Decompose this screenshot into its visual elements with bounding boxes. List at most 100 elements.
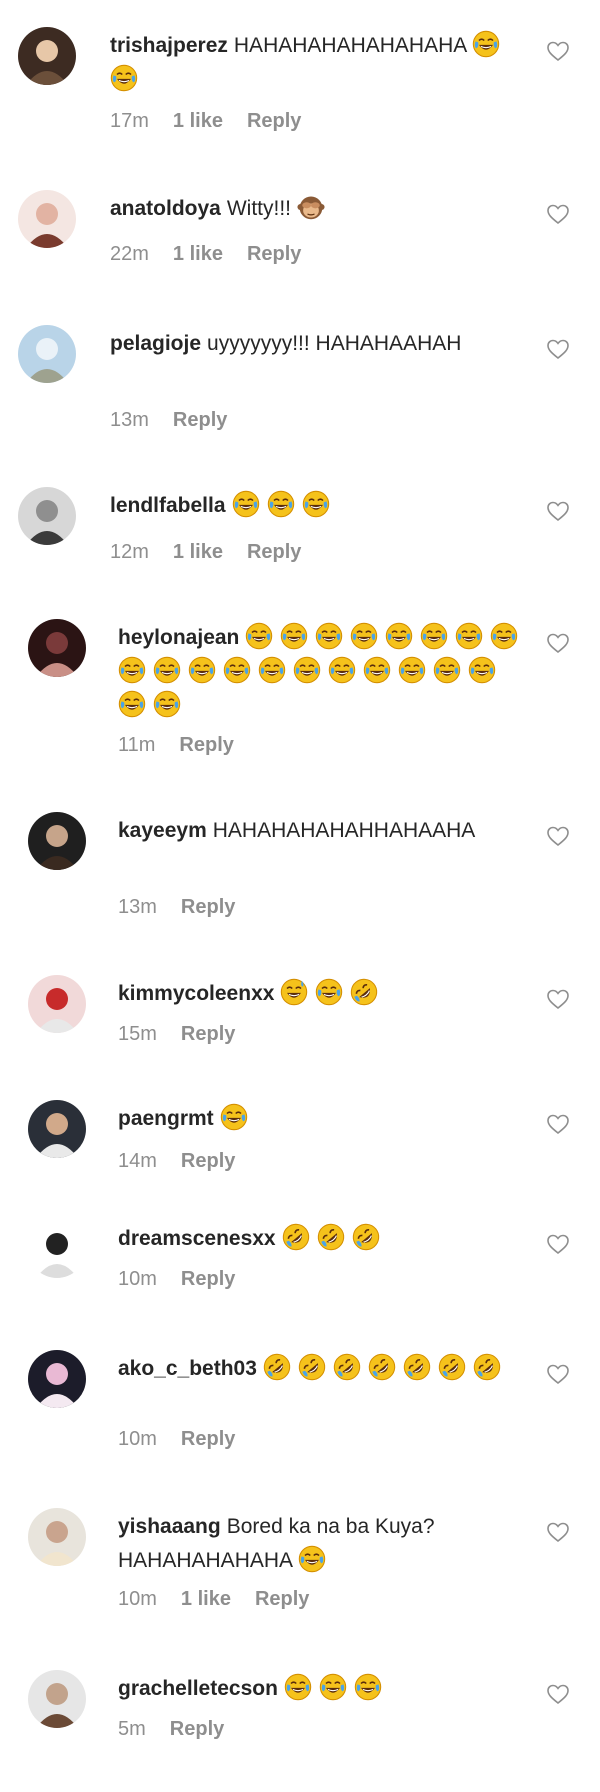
timestamp[interactable]: 10m bbox=[118, 1428, 157, 1450]
timestamp[interactable]: 10m bbox=[118, 1268, 157, 1290]
username-link[interactable]: grachelletecson bbox=[118, 1677, 278, 1700]
like-heart-icon[interactable] bbox=[546, 1232, 570, 1256]
joy-emoji-icon bbox=[118, 656, 146, 684]
like-heart-icon[interactable] bbox=[546, 631, 570, 655]
reply-button[interactable]: Reply bbox=[181, 896, 235, 918]
reply-button[interactable]: Reply bbox=[179, 734, 233, 756]
joy-emoji-icon bbox=[267, 490, 295, 518]
comment-meta: 10m 1 like Reply bbox=[118, 1588, 333, 1611]
like-count[interactable]: 1 like bbox=[173, 243, 223, 265]
joy-emoji-icon bbox=[293, 656, 321, 684]
like-heart-icon[interactable] bbox=[546, 39, 570, 63]
avatar[interactable] bbox=[18, 487, 76, 545]
username-link[interactable]: anatoldoya bbox=[110, 197, 221, 220]
comment-text: lendlfabella bbox=[110, 489, 530, 523]
like-heart-icon[interactable] bbox=[546, 987, 570, 1011]
rofl-emoji-icon bbox=[263, 1353, 291, 1381]
like-count[interactable]: 1 like bbox=[181, 1588, 231, 1610]
like-heart-icon[interactable] bbox=[546, 1362, 570, 1386]
comment-text: yishaaang Bored ka na ba Kuya? HAHAHAHAHA… bbox=[118, 1510, 530, 1578]
reply-button[interactable]: Reply bbox=[247, 110, 301, 132]
joy-emoji-icon bbox=[245, 622, 273, 650]
timestamp[interactable]: 12m bbox=[110, 541, 149, 563]
like-heart-icon[interactable] bbox=[546, 337, 570, 361]
timestamp[interactable]: 5m bbox=[118, 1718, 146, 1740]
username-link[interactable]: heylonajean bbox=[118, 626, 239, 649]
reply-button[interactable]: Reply bbox=[170, 1718, 224, 1740]
joy-emoji-icon bbox=[363, 656, 391, 684]
reply-button[interactable]: Reply bbox=[181, 1150, 235, 1172]
timestamp[interactable]: 17m bbox=[110, 110, 149, 132]
joy-emoji-icon bbox=[188, 656, 216, 684]
timestamp[interactable]: 14m bbox=[118, 1150, 157, 1172]
joy-emoji-icon bbox=[354, 1673, 382, 1701]
username-link[interactable]: kayeeym bbox=[118, 819, 207, 842]
timestamp[interactable]: 22m bbox=[110, 243, 149, 265]
avatar[interactable] bbox=[28, 1100, 86, 1158]
joy-emoji-icon bbox=[472, 30, 500, 58]
avatar[interactable] bbox=[18, 27, 76, 85]
avatar[interactable] bbox=[18, 190, 76, 248]
reply-button[interactable]: Reply bbox=[181, 1268, 235, 1290]
avatar[interactable] bbox=[28, 619, 86, 677]
avatar[interactable] bbox=[28, 1670, 86, 1728]
username-link[interactable]: pelagioje bbox=[110, 332, 201, 355]
avatar[interactable] bbox=[28, 1220, 86, 1278]
avatar[interactable] bbox=[18, 325, 76, 383]
timestamp[interactable]: 13m bbox=[118, 896, 157, 918]
timestamp[interactable]: 10m bbox=[118, 1588, 157, 1610]
username-link[interactable]: lendlfabella bbox=[110, 494, 226, 517]
joy-emoji-icon bbox=[110, 64, 138, 92]
username-link[interactable]: yishaaang bbox=[118, 1515, 221, 1538]
joy-emoji-icon bbox=[232, 490, 260, 518]
reply-button[interactable]: Reply bbox=[173, 409, 227, 431]
like-heart-icon[interactable] bbox=[546, 499, 570, 523]
comment-body: trishajperez HAHAHAHAHAHAHAHA bbox=[110, 29, 530, 97]
comment-text: kayeeym HAHAHAHAHAHHAHAAHA bbox=[118, 814, 530, 848]
comment-message: Witty!!! bbox=[226, 197, 292, 220]
like-heart-icon[interactable] bbox=[546, 202, 570, 226]
rofl-emoji-icon bbox=[317, 1223, 345, 1251]
joy-emoji-icon bbox=[398, 656, 426, 684]
like-heart-icon[interactable] bbox=[546, 824, 570, 848]
rofl-emoji-icon bbox=[333, 1353, 361, 1381]
reply-button[interactable]: Reply bbox=[247, 541, 301, 563]
username-link[interactable]: dreamscenesxx bbox=[118, 1227, 276, 1250]
comment-text: trishajperez HAHAHAHAHAHAHAHA bbox=[110, 29, 530, 97]
timestamp[interactable]: 15m bbox=[118, 1023, 157, 1045]
reply-button[interactable]: Reply bbox=[181, 1023, 235, 1045]
comment-text: anatoldoya Witty!!! bbox=[110, 192, 530, 226]
username-link[interactable]: trishajperez bbox=[110, 34, 228, 57]
avatar[interactable] bbox=[28, 812, 86, 870]
reply-button[interactable]: Reply bbox=[181, 1428, 235, 1450]
username-link[interactable]: ako_c_beth03 bbox=[118, 1357, 257, 1380]
comment-message: HAHAHAHAHAHAHAHA bbox=[233, 34, 467, 57]
timestamp[interactable]: 13m bbox=[110, 409, 149, 431]
joy-emoji-icon bbox=[328, 656, 356, 684]
reply-button[interactable]: Reply bbox=[255, 1588, 309, 1610]
avatar[interactable] bbox=[28, 1508, 86, 1566]
comment-body: anatoldoya Witty!!! bbox=[110, 192, 530, 226]
avatar[interactable] bbox=[28, 975, 86, 1033]
like-heart-icon[interactable] bbox=[546, 1682, 570, 1706]
avatar[interactable] bbox=[28, 1350, 86, 1408]
comment-text: pelagioje uyyyyyyy!!! HAHAHAAHAH bbox=[110, 327, 530, 361]
joy-emoji-icon bbox=[319, 1673, 347, 1701]
reply-button[interactable]: Reply bbox=[247, 243, 301, 265]
like-count[interactable]: 1 like bbox=[173, 110, 223, 132]
rofl-emoji-icon bbox=[473, 1353, 501, 1381]
timestamp[interactable]: 11m bbox=[118, 734, 155, 756]
comment-meta: 15m Reply bbox=[118, 1023, 259, 1046]
like-count[interactable]: 1 like bbox=[173, 541, 223, 563]
comment-meta: 5m Reply bbox=[118, 1718, 248, 1741]
joy-emoji-icon bbox=[258, 656, 286, 684]
comment-body: grachelletecson bbox=[118, 1672, 530, 1706]
like-heart-icon[interactable] bbox=[546, 1520, 570, 1544]
comment-meta: 12m 1 like Reply bbox=[110, 541, 325, 564]
joy-emoji-icon bbox=[420, 622, 448, 650]
username-link[interactable]: kimmycoleenxx bbox=[118, 982, 274, 1005]
comment-body: ako_c_beth03 bbox=[118, 1352, 530, 1386]
like-heart-icon[interactable] bbox=[546, 1112, 570, 1136]
username-link[interactable]: paengrmt bbox=[118, 1107, 214, 1130]
comment-text: kimmycoleenxx bbox=[118, 977, 530, 1011]
